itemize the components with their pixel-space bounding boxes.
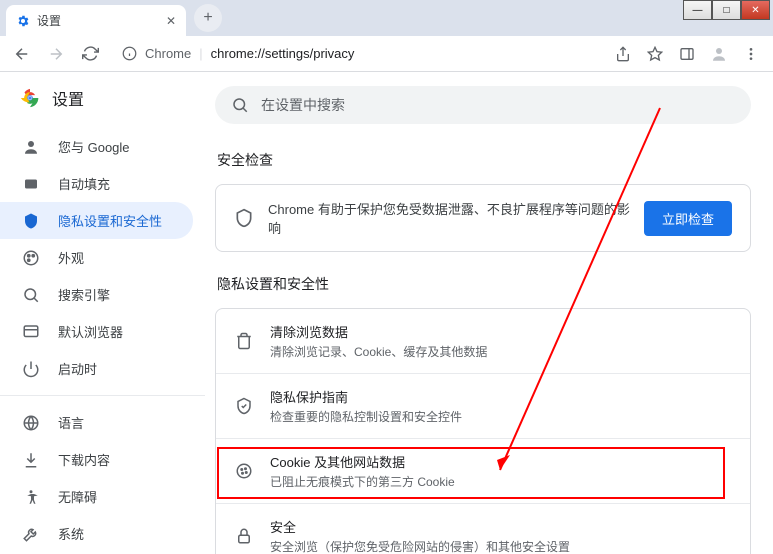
sidebar-item-you-and-google[interactable]: 您与 Google	[0, 128, 193, 165]
browser-icon	[22, 323, 40, 341]
sidebar-item-label: 您与 Google	[58, 137, 130, 156]
section-title-safety: 安全检查	[217, 150, 751, 170]
safety-check-button[interactable]: 立即检查	[644, 201, 732, 236]
app-title-row: 设置	[0, 72, 205, 124]
separator: |	[199, 46, 202, 61]
row-privacy-guide[interactable]: 隐私保护指南 检查重要的隐私控制设置和安全控件	[216, 373, 750, 438]
menu-icon[interactable]	[737, 40, 765, 68]
sidebar-item-search[interactable]: 搜索引擎	[0, 276, 193, 313]
chrome-logo-icon	[20, 88, 40, 108]
sidebar-item-label: 外观	[58, 248, 84, 267]
search-icon	[22, 286, 40, 304]
sidebar-item-label: 语言	[58, 413, 84, 432]
safety-check-card: Chrome 有助于保护您免受数据泄露、不良扩展程序等问题的影响 立即检查	[215, 184, 751, 252]
sidebar-item-downloads[interactable]: 下载内容	[0, 441, 193, 478]
safety-check-desc: Chrome 有助于保护您免受数据泄露、不良扩展程序等问题的影响	[268, 199, 630, 237]
section-title-privacy: 隐私设置和安全性	[217, 274, 751, 294]
download-icon	[22, 451, 40, 469]
row-desc: 已阻止无痕模式下的第三方 Cookie	[270, 473, 732, 490]
power-icon	[22, 360, 40, 378]
row-desc: 检查重要的隐私控制设置和安全控件	[270, 408, 732, 425]
globe-icon	[22, 414, 40, 432]
row-desc: 安全浏览（保护您免受危险网站的侵害）和其他安全设置	[270, 538, 732, 554]
sidebar-item-system[interactable]: 系统	[0, 515, 193, 552]
sidebar-item-default-browser[interactable]: 默认浏览器	[0, 313, 193, 350]
share-icon[interactable]	[609, 40, 637, 68]
maximize-button[interactable]: □	[712, 0, 741, 20]
sidebar-item-label: 系统	[58, 524, 84, 543]
sidebar-item-autofill[interactable]: 自动填充	[0, 165, 193, 202]
shield-icon	[22, 212, 40, 230]
search-placeholder: 在设置中搜索	[261, 95, 345, 115]
main-panel: 在设置中搜索 安全检查 Chrome 有助于保护您免受数据泄露、不良扩展程序等问…	[205, 72, 773, 554]
sidebar-item-label: 启动时	[58, 359, 97, 378]
url-text: chrome://settings/privacy	[211, 46, 355, 61]
shield-icon	[234, 208, 254, 228]
app-title: 设置	[52, 86, 84, 110]
guide-icon	[234, 397, 254, 415]
row-title: 清除浏览数据	[270, 322, 732, 341]
accessibility-icon	[22, 488, 40, 506]
close-window-button[interactable]: ✕	[741, 0, 770, 20]
privacy-rows-card: 清除浏览数据 清除浏览记录、Cookie、缓存及其他数据 隐私保护指南 检查重要…	[215, 308, 751, 554]
trash-icon	[234, 332, 254, 350]
row-title: Cookie 及其他网站数据	[270, 452, 732, 471]
scheme-badge: Chrome	[145, 46, 191, 61]
wrench-icon	[22, 525, 40, 543]
gear-icon	[16, 14, 30, 28]
divider	[0, 395, 205, 396]
window-controls: — □ ✕	[683, 0, 770, 20]
sidebar-item-languages[interactable]: 语言	[0, 404, 193, 441]
side-panel-icon[interactable]	[673, 40, 701, 68]
sidebar-item-appearance[interactable]: 外观	[0, 239, 193, 276]
row-clear-data[interactable]: 清除浏览数据 清除浏览记录、Cookie、缓存及其他数据	[216, 309, 750, 373]
reload-button[interactable]	[76, 40, 104, 68]
sidebar: 设置 您与 Google 自动填充 隐私设置和安全性 外观 搜索引擎	[0, 72, 205, 554]
sidebar-item-label: 下载内容	[58, 450, 110, 469]
sidebar-item-label: 默认浏览器	[58, 322, 123, 341]
address-bar[interactable]: Chrome | chrome://settings/privacy	[110, 40, 603, 68]
browser-tab[interactable]: 设置 ✕	[6, 5, 186, 36]
row-title: 隐私保护指南	[270, 387, 732, 406]
sidebar-item-label: 自动填充	[58, 174, 110, 193]
profile-icon[interactable]	[705, 40, 733, 68]
forward-button[interactable]	[42, 40, 70, 68]
sidebar-item-accessibility[interactable]: 无障碍	[0, 478, 193, 515]
sidebar-item-startup[interactable]: 启动时	[0, 350, 193, 387]
row-security[interactable]: 安全 安全浏览（保护您免受危险网站的侵害）和其他安全设置	[216, 503, 750, 554]
sidebar-item-privacy[interactable]: 隐私设置和安全性	[0, 202, 193, 239]
palette-icon	[22, 249, 40, 267]
search-icon	[231, 96, 249, 114]
back-button[interactable]	[8, 40, 36, 68]
autofill-icon	[22, 175, 40, 193]
row-title: 安全	[270, 517, 732, 536]
content: 设置 您与 Google 自动填充 隐私设置和安全性 外观 搜索引擎	[0, 72, 773, 554]
new-tab-button[interactable]: +	[194, 4, 222, 32]
sidebar-item-label: 搜索引擎	[58, 285, 110, 304]
tab-strip: 设置 ✕ +	[0, 0, 773, 36]
toolbar: Chrome | chrome://settings/privacy	[0, 36, 773, 72]
sidebar-item-label: 隐私设置和安全性	[58, 211, 162, 230]
site-info-icon[interactable]	[122, 46, 137, 61]
tab-close-icon[interactable]: ✕	[166, 14, 176, 28]
lock-icon	[234, 527, 254, 545]
row-desc: 清除浏览记录、Cookie、缓存及其他数据	[270, 343, 732, 360]
tab-title: 设置	[37, 12, 61, 29]
minimize-button[interactable]: —	[683, 0, 712, 20]
person-icon	[22, 138, 40, 156]
sidebar-item-label: 无障碍	[58, 487, 97, 506]
settings-search[interactable]: 在设置中搜索	[215, 86, 751, 124]
bookmark-icon[interactable]	[641, 40, 669, 68]
cookie-icon	[234, 462, 254, 480]
row-cookies[interactable]: Cookie 及其他网站数据 已阻止无痕模式下的第三方 Cookie	[216, 438, 750, 503]
